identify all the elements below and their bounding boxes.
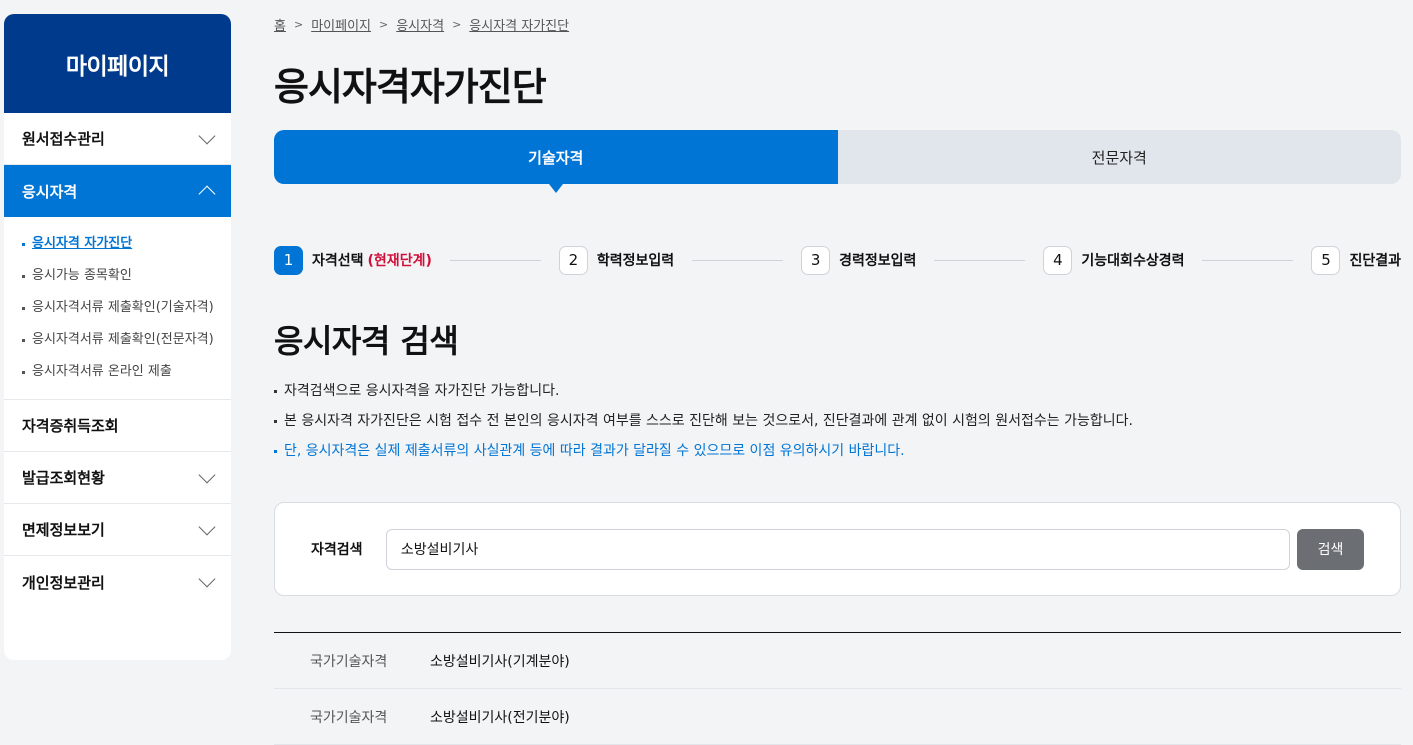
step-label: 기능대회수상경력 bbox=[1081, 253, 1185, 269]
qualification-tabs: 기술자격 전문자격 bbox=[274, 130, 1401, 193]
notice-item: 자격검색으로 응시자격을 자가진단 가능합니다. bbox=[274, 380, 1401, 402]
sidebar-item-label: 개인정보관리 bbox=[22, 573, 105, 592]
submenu-item-docs-professional[interactable]: 응시자격서류 제출확인(전문자격) bbox=[22, 329, 221, 351]
step-label: 자격선택 bbox=[312, 253, 364, 269]
sidebar-item-label: 면제정보보기 bbox=[22, 521, 105, 539]
chevron-right-icon: > bbox=[293, 18, 304, 31]
chevron-right-icon: > bbox=[452, 18, 462, 31]
step-4: 4 기능대회수상경력 bbox=[1043, 245, 1185, 275]
step-label: 경력정보입력 bbox=[839, 253, 917, 269]
submenu-item-self-check[interactable]: 응시자격 자가진단 bbox=[22, 233, 221, 255]
sidebar-submenu: 응시자격 자가진단 응시가능 종목확인 응시자격서류 제출확인(기술자격) 응시… bbox=[4, 217, 231, 400]
step-2: 2 학력정보입력 bbox=[558, 245, 675, 275]
chevron-right-icon: > bbox=[379, 18, 389, 31]
result-category: 국가기술자격 bbox=[310, 709, 388, 726]
step-number: 3 bbox=[801, 245, 831, 275]
result-name: 소방설비기사(기계분야) bbox=[430, 653, 570, 670]
result-row[interactable]: 국가기술자격 소방설비기사(전기분야) bbox=[274, 689, 1401, 745]
qualification-search-input[interactable] bbox=[385, 528, 1291, 570]
chevron-down-icon bbox=[198, 127, 216, 144]
step-label: 진단결과 bbox=[1349, 253, 1401, 269]
section-title: 응시자격 검색 bbox=[274, 322, 459, 360]
step-3: 3 경력정보입력 bbox=[801, 245, 917, 275]
notice-item: 본 응시자격 자가진단은 시험 접수 전 본인의 응시자격 여부를 스스로 진단… bbox=[274, 410, 1401, 432]
notice-list: 자격검색으로 응시자격을 자가진단 가능합니다. 본 응시자격 자가진단은 시험… bbox=[274, 380, 1401, 470]
sidebar-item-exemption-info[interactable]: 면제정보보기 bbox=[4, 504, 231, 556]
breadcrumb-eligibility[interactable]: 응시자격 bbox=[396, 15, 444, 34]
qualification-search-panel: 자격검색 검색 bbox=[274, 502, 1401, 596]
breadcrumb-home[interactable]: 홈 bbox=[274, 15, 286, 34]
sidebar-item-label: 발급조회현황 bbox=[22, 469, 105, 487]
submenu-item-docs-technical[interactable]: 응시자격서류 제출확인(기술자격) bbox=[22, 297, 221, 319]
chevron-down-icon bbox=[198, 518, 216, 535]
search-results: 국가기술자격 소방설비기사(기계분야) 국가기술자격 소방설비기사(전기분야) bbox=[274, 632, 1401, 745]
step-divider bbox=[934, 259, 1026, 261]
breadcrumb: 홈 > 마이페이지 > 응시자격 > 응시자격 자가진단 bbox=[274, 15, 569, 34]
step-label: 학력정보입력 bbox=[596, 253, 675, 269]
breadcrumb-self-check[interactable]: 응시자격 자가진단 bbox=[469, 15, 569, 34]
current-step-indicator: (현재단계) bbox=[367, 253, 432, 269]
sidebar-item-issuance-status[interactable]: 발급조회현황 bbox=[4, 452, 231, 504]
search-button[interactable]: 검색 bbox=[1297, 528, 1364, 570]
sidebar-item-certificate-lookup[interactable]: 자격증취득조회 bbox=[4, 400, 231, 452]
result-name: 소방설비기사(전기분야) bbox=[430, 709, 570, 726]
sidebar-item-application[interactable]: 원서접수관리 bbox=[4, 113, 231, 165]
step-number: 1 bbox=[274, 245, 303, 275]
submenu-item-available-subjects[interactable]: 응시가능 종목확인 bbox=[22, 265, 221, 287]
notice-item-highlight: 단, 응시자격은 실제 제출서류의 사실관계 등에 따라 결과가 달라질 수 있… bbox=[274, 440, 1401, 462]
tab-technical[interactable]: 기술자격 bbox=[274, 130, 838, 193]
chevron-up-icon bbox=[198, 185, 216, 203]
result-category: 국가기술자격 bbox=[310, 653, 388, 670]
sidebar-item-label: 자격증취득조회 bbox=[22, 417, 119, 435]
step-divider bbox=[449, 259, 541, 261]
sidebar-title: 마이페이지 bbox=[4, 14, 231, 113]
step-number: 5 bbox=[1311, 245, 1341, 275]
step-number: 2 bbox=[558, 245, 588, 275]
sidebar-item-label: 응시자격 bbox=[22, 182, 78, 201]
sidebar-item-personal-info[interactable]: 개인정보관리 bbox=[4, 556, 231, 608]
chevron-down-icon bbox=[198, 466, 216, 483]
search-label: 자격검색 bbox=[311, 542, 363, 558]
page-title: 응시자격자가진단 bbox=[274, 65, 547, 109]
sidebar-item-label: 원서접수관리 bbox=[22, 130, 105, 148]
step-5: 5 진단결과 bbox=[1311, 245, 1401, 275]
tab-professional[interactable]: 전문자격 bbox=[837, 130, 1401, 184]
sidebar: 마이페이지 원서접수관리 응시자격 응시자격 자가진단 응시가능 종목확인 응시… bbox=[4, 14, 231, 660]
sidebar-item-eligibility[interactable]: 응시자격 bbox=[4, 165, 231, 217]
step-divider bbox=[1202, 259, 1294, 261]
result-row[interactable]: 국가기술자격 소방설비기사(기계분야) bbox=[274, 633, 1401, 689]
step-divider bbox=[692, 259, 784, 261]
step-1: 1 자격선택 (현재단계) bbox=[274, 245, 432, 275]
progress-steps: 1 자격선택 (현재단계) 2 학력정보입력 3 경력정보입력 4 기능대회수상… bbox=[274, 245, 1401, 275]
step-number: 4 bbox=[1043, 245, 1073, 275]
breadcrumb-mypage[interactable]: 마이페이지 bbox=[311, 15, 371, 34]
submenu-item-docs-online[interactable]: 응시자격서류 온라인 제출 bbox=[22, 361, 221, 383]
chevron-down-icon bbox=[198, 570, 216, 588]
